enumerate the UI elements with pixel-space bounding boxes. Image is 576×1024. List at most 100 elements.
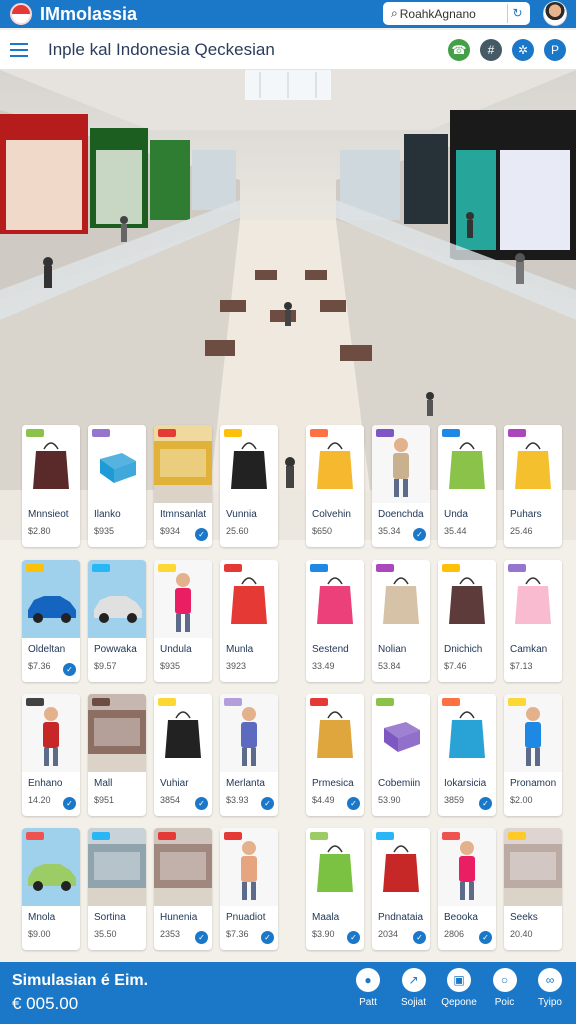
product-card[interactable]: Pndnataia 2034 ✓	[372, 828, 430, 950]
product-tag	[442, 832, 460, 840]
page-title: Inple kal Indonesia Qeckesian	[48, 39, 275, 59]
add-to-cart-icon[interactable]: ✓	[413, 931, 426, 944]
product-card[interactable]: Oldeltan $7.36 ✓	[22, 560, 80, 682]
product-name: Nolian	[378, 644, 407, 655]
product-name: Beooka	[444, 912, 478, 923]
calendar-icon: ▣	[447, 968, 471, 992]
flag-icon	[10, 3, 32, 25]
product-card[interactable]: Munla 3923	[220, 560, 278, 682]
refresh-icon[interactable]: ↻	[507, 4, 527, 23]
product-name: Vuhiar	[160, 778, 189, 789]
product-name: Dnichich	[444, 644, 483, 655]
product-card[interactable]: Doenchda 35.34 ✓	[372, 425, 430, 547]
product-tag	[376, 698, 394, 706]
product-card[interactable]: Cobemiin 53.90	[372, 694, 430, 816]
product-card[interactable]: Sortina 35.50	[88, 828, 146, 950]
hash-icon[interactable]: #	[480, 39, 502, 61]
product-tag	[310, 429, 328, 437]
product-tag	[26, 698, 44, 706]
add-to-cart-icon[interactable]: ✓	[413, 528, 426, 541]
product-card[interactable]: Puhars 25.46	[504, 425, 562, 547]
product-card[interactable]: Iokarsicia 3859 ✓	[438, 694, 496, 816]
product-name: Ilanko	[94, 509, 121, 520]
pin-icon: ●	[356, 968, 380, 992]
product-card[interactable]: Ilanko $935	[88, 425, 146, 547]
product-card[interactable]: Dnichich $7.46	[438, 560, 496, 682]
bottom-action-label: Qepone	[441, 997, 477, 1008]
product-thumbnail	[22, 560, 80, 638]
product-card[interactable]: Mnnsieot $2.80	[22, 425, 80, 547]
product-card[interactable]: Nolian 53.84	[372, 560, 430, 682]
search-box[interactable]: ⌕ ↻	[383, 2, 530, 25]
share-icon[interactable]: ✲	[512, 39, 534, 61]
add-to-cart-icon[interactable]: ✓	[347, 931, 360, 944]
product-name: Munla	[226, 644, 254, 655]
page-header: Inple kal Indonesia Qeckesian ☎ # ✲ P	[0, 30, 576, 70]
parking-icon[interactable]: P	[544, 39, 566, 61]
link-icon: ∞	[538, 968, 562, 992]
add-to-cart-icon[interactable]: ✓	[195, 797, 208, 810]
add-to-cart-icon[interactable]: ✓	[347, 797, 360, 810]
add-to-cart-icon[interactable]: ✓	[261, 931, 274, 944]
product-card[interactable]: Prmesica $4.49 ✓	[306, 694, 364, 816]
product-thumbnail	[220, 425, 278, 503]
product-tag	[26, 429, 44, 437]
user-avatar[interactable]	[543, 1, 567, 26]
product-card[interactable]: Beooka 2806 ✓	[438, 828, 496, 950]
product-card[interactable]: Vunnia 25.60	[220, 425, 278, 547]
product-price: 33.49	[312, 661, 335, 671]
product-price: 20.40	[510, 929, 533, 939]
product-card[interactable]: Hunenia 2353 ✓	[154, 828, 212, 950]
product-card[interactable]: Mall $951	[88, 694, 146, 816]
product-tag	[158, 832, 176, 840]
add-to-cart-icon[interactable]: ✓	[195, 528, 208, 541]
bottom-action-qepone[interactable]: ▣ Qepone	[437, 968, 481, 1020]
product-card[interactable]: Camkan $7.13	[504, 560, 562, 682]
product-card[interactable]: Powwaka $9.57	[88, 560, 146, 682]
product-card[interactable]: Vuhiar 3854 ✓	[154, 694, 212, 816]
product-thumbnail	[372, 694, 430, 772]
product-card[interactable]: Seeks 20.40	[504, 828, 562, 950]
add-to-cart-icon[interactable]: ✓	[63, 797, 76, 810]
product-card[interactable]: Pronamon $2.00	[504, 694, 562, 816]
product-card[interactable]: Itmnsanlat $934 ✓	[154, 425, 212, 547]
product-name: Colvehin	[312, 509, 351, 520]
top-bar: IMmolassia ⌕ ↻	[0, 0, 576, 28]
product-tag	[508, 564, 526, 572]
product-tag	[92, 564, 110, 572]
bottom-action-tyipo[interactable]: ∞ Tyipo	[528, 968, 572, 1020]
product-thumbnail	[504, 560, 562, 638]
add-to-cart-icon[interactable]: ✓	[479, 931, 492, 944]
product-card[interactable]: Maala $3.90 ✓	[306, 828, 364, 950]
search-input[interactable]	[399, 6, 500, 21]
add-to-cart-icon[interactable]: ✓	[479, 797, 492, 810]
product-card[interactable]: Mnola $9.00	[22, 828, 80, 950]
product-tag	[508, 429, 526, 437]
app-brand[interactable]: IMmolassia	[40, 4, 137, 25]
product-card[interactable]: Colvehin $650	[306, 425, 364, 547]
product-name: Enhano	[28, 778, 63, 789]
summary-title: Simulasian é Eim.	[12, 972, 149, 989]
product-thumbnail	[22, 694, 80, 772]
add-to-cart-icon[interactable]: ✓	[63, 663, 76, 676]
product-card[interactable]: Enhano 14.20 ✓	[22, 694, 80, 816]
phone-icon[interactable]: ☎	[448, 39, 470, 61]
bottom-actions: ● Patt ↗ Sojiat ▣ Qepone ○ Poic ∞ Tyipo	[346, 968, 572, 1020]
product-card[interactable]: Sestend 33.49	[306, 560, 364, 682]
product-card[interactable]: Undula $935	[154, 560, 212, 682]
product-tag	[376, 832, 394, 840]
product-thumbnail	[438, 560, 496, 638]
bottom-action-sojiat[interactable]: ↗ Sojiat	[392, 968, 436, 1020]
menu-icon[interactable]	[10, 42, 28, 57]
add-to-cart-icon[interactable]: ✓	[195, 931, 208, 944]
product-card[interactable]: Pnuadiot $7.36 ✓	[220, 828, 278, 950]
bottom-action-patt[interactable]: ● Patt	[346, 968, 390, 1020]
product-name: Powwaka	[94, 644, 137, 655]
bottom-action-poic[interactable]: ○ Poic	[483, 968, 527, 1020]
add-to-cart-icon[interactable]: ✓	[261, 797, 274, 810]
product-name: Pndnataia	[378, 912, 424, 923]
product-card[interactable]: Merlanta $3.93 ✓	[220, 694, 278, 816]
product-card[interactable]: Unda 35.44	[438, 425, 496, 547]
product-thumbnail	[88, 694, 146, 772]
product-name: Sortina	[94, 912, 126, 923]
